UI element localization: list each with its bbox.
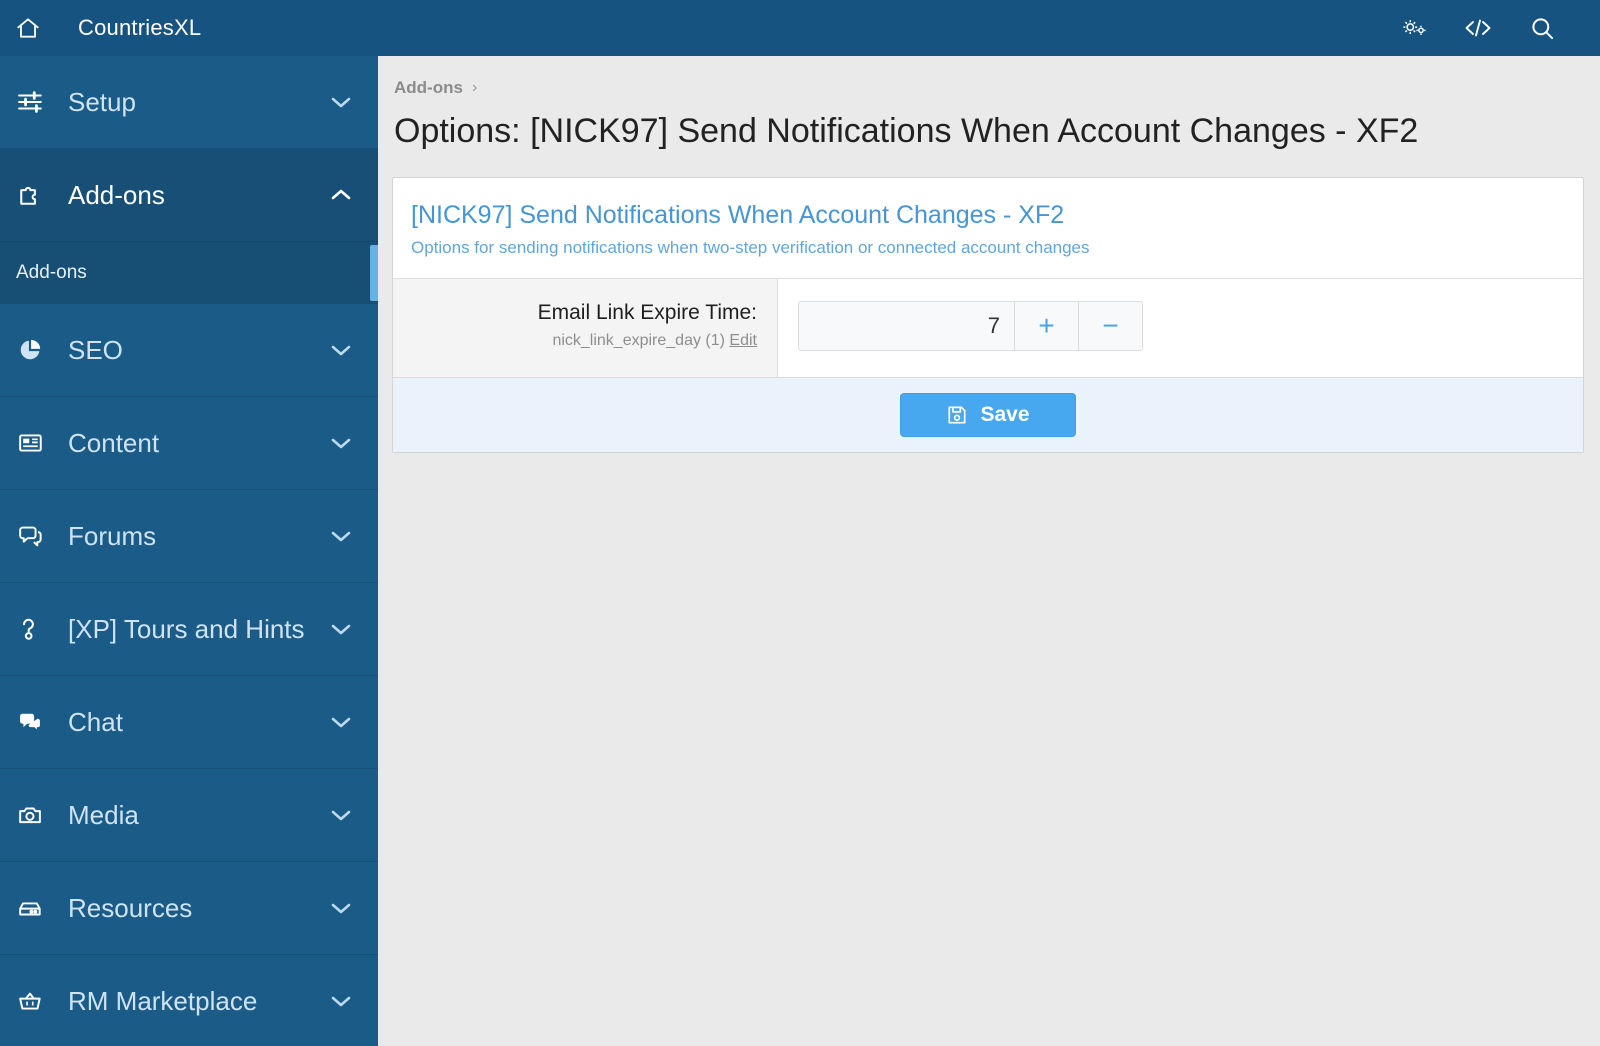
sliders-icon	[16, 89, 58, 115]
option-row-email-link-expire-time: Email Link Expire Time: nick_link_expire…	[393, 279, 1583, 378]
puzzle-piece-icon	[16, 182, 58, 208]
chevron-down-icon[interactable]	[326, 528, 356, 544]
sidebar-group-rm-marketplace: RM Marketplace	[0, 955, 378, 1046]
tools-button[interactable]	[1382, 0, 1446, 56]
search-button[interactable]	[1510, 0, 1574, 56]
chevron-right-icon: ›	[471, 79, 478, 96]
camera-icon	[16, 802, 58, 828]
option-label: Email Link Expire Time:	[537, 301, 757, 324]
increment-button[interactable]: +	[1014, 302, 1078, 350]
search-icon	[1529, 15, 1556, 42]
sidebar-group-forums: Forums	[0, 490, 378, 583]
sidebar-subitem-label: Add-ons	[16, 262, 87, 283]
chevron-down-icon[interactable]	[326, 621, 356, 637]
chat-bubbles-icon	[16, 709, 58, 735]
chevron-down-icon[interactable]	[326, 993, 356, 1009]
chevron-down-icon[interactable]	[326, 900, 356, 916]
sidebar-item-label: Content	[68, 427, 160, 458]
card-footer: Save	[393, 378, 1583, 452]
sidebar-item-label: RM Marketplace	[68, 985, 258, 1016]
option-label-cell: Email Link Expire Time: nick_link_expire…	[393, 279, 778, 377]
card-title[interactable]: [NICK97] Send Notifications When Account…	[411, 200, 1565, 230]
card-subtitle: Options for sending notifications when t…	[411, 238, 1090, 257]
sidebar-group-chat: Chat	[0, 676, 378, 769]
sidebar-group-resources: Resources	[0, 862, 378, 955]
breadcrumb: Add-ons ›	[378, 56, 1600, 98]
breadcrumb-item-add-ons[interactable]: Add-ons	[394, 78, 463, 98]
chevron-down-icon[interactable]	[326, 807, 356, 823]
sidebar-item-chat[interactable]: Chat	[0, 676, 378, 769]
sidebar: Setup Add-ons Add-ons SEO Content Forums…	[0, 56, 378, 1046]
sidebar-item-label: Forums	[68, 520, 157, 551]
sidebar-item-label: Resources	[68, 892, 193, 923]
sidebar-item-media[interactable]: Media	[0, 769, 378, 862]
newspaper-icon	[16, 430, 58, 456]
decrement-button[interactable]: −	[1078, 302, 1142, 350]
sidebar-group-addons: Add-ons Add-ons	[0, 149, 378, 304]
brand-title: CountriesXL	[78, 15, 202, 40]
sidebar-item-xp-tours-and-hints[interactable]: [XP] Tours and Hints	[0, 583, 378, 676]
number-stepper: + −	[798, 301, 1143, 351]
option-hint: nick_link_expire_day (1) Edit	[393, 332, 757, 350]
home-button[interactable]	[0, 0, 56, 56]
option-key: nick_link_expire_day (1)	[552, 332, 725, 349]
chevron-down-icon[interactable]	[326, 342, 356, 358]
floppy-disk-icon	[946, 404, 968, 426]
question-mark-icon	[16, 616, 58, 642]
sidebar-item-label: SEO	[68, 334, 123, 365]
chevron-down-icon[interactable]	[326, 714, 356, 730]
topbar-actions	[1382, 0, 1600, 56]
sidebar-item-add-ons[interactable]: Add-ons	[0, 149, 378, 242]
expire-days-input[interactable]	[799, 302, 1014, 350]
sidebar-group-content: Content	[0, 397, 378, 490]
option-field-cell: + −	[778, 279, 1583, 377]
sidebar-subnav-addons: Add-ons	[0, 242, 378, 304]
sidebar-group-xp-tours-and-hints: [XP] Tours and Hints	[0, 583, 378, 676]
sidebar-item-label: Chat	[68, 706, 123, 737]
card-header: [NICK97] Send Notifications When Account…	[393, 178, 1583, 279]
sidebar-group-setup: Setup	[0, 56, 378, 149]
basket-icon	[16, 988, 58, 1014]
chevron-down-icon[interactable]	[326, 94, 356, 110]
edit-link[interactable]: Edit	[729, 332, 757, 349]
options-card: [NICK97] Send Notifications When Account…	[392, 177, 1584, 453]
code-icon	[1463, 16, 1493, 40]
box-icon	[16, 895, 58, 921]
main-content: Add-ons › Options: [NICK97] Send Notific…	[378, 56, 1600, 1046]
gears-icon	[1400, 15, 1428, 41]
sidebar-item-resources[interactable]: Resources	[0, 862, 378, 955]
sidebar-item-label: Add-ons	[68, 179, 165, 210]
sidebar-item-seo[interactable]: SEO	[0, 304, 378, 397]
chevron-down-icon[interactable]	[326, 435, 356, 451]
page-title: Options: [NICK97] Send Notifications Whe…	[394, 112, 1419, 150]
pie-chart-icon	[16, 337, 58, 363]
save-button[interactable]: Save	[900, 393, 1076, 437]
development-button[interactable]	[1446, 0, 1510, 56]
sidebar-item-content[interactable]: Content	[0, 397, 378, 490]
sidebar-item-label: Media	[68, 799, 139, 830]
save-button-label: Save	[980, 403, 1030, 426]
chevron-up-icon[interactable]	[326, 187, 356, 203]
sidebar-item-rm-marketplace[interactable]: RM Marketplace	[0, 955, 378, 1046]
sidebar-group-seo: SEO	[0, 304, 378, 397]
sidebar-item-label: Setup	[68, 86, 136, 117]
top-bar: CountriesXL	[0, 0, 1600, 56]
sidebar-group-media: Media	[0, 769, 378, 862]
sidebar-subitem-add-ons[interactable]: Add-ons	[0, 242, 378, 304]
sidebar-item-label: [XP] Tours and Hints	[68, 613, 305, 644]
home-icon	[15, 15, 41, 41]
sidebar-item-setup[interactable]: Setup	[0, 56, 378, 149]
comments-icon	[16, 523, 58, 549]
sidebar-item-forums[interactable]: Forums	[0, 490, 378, 583]
